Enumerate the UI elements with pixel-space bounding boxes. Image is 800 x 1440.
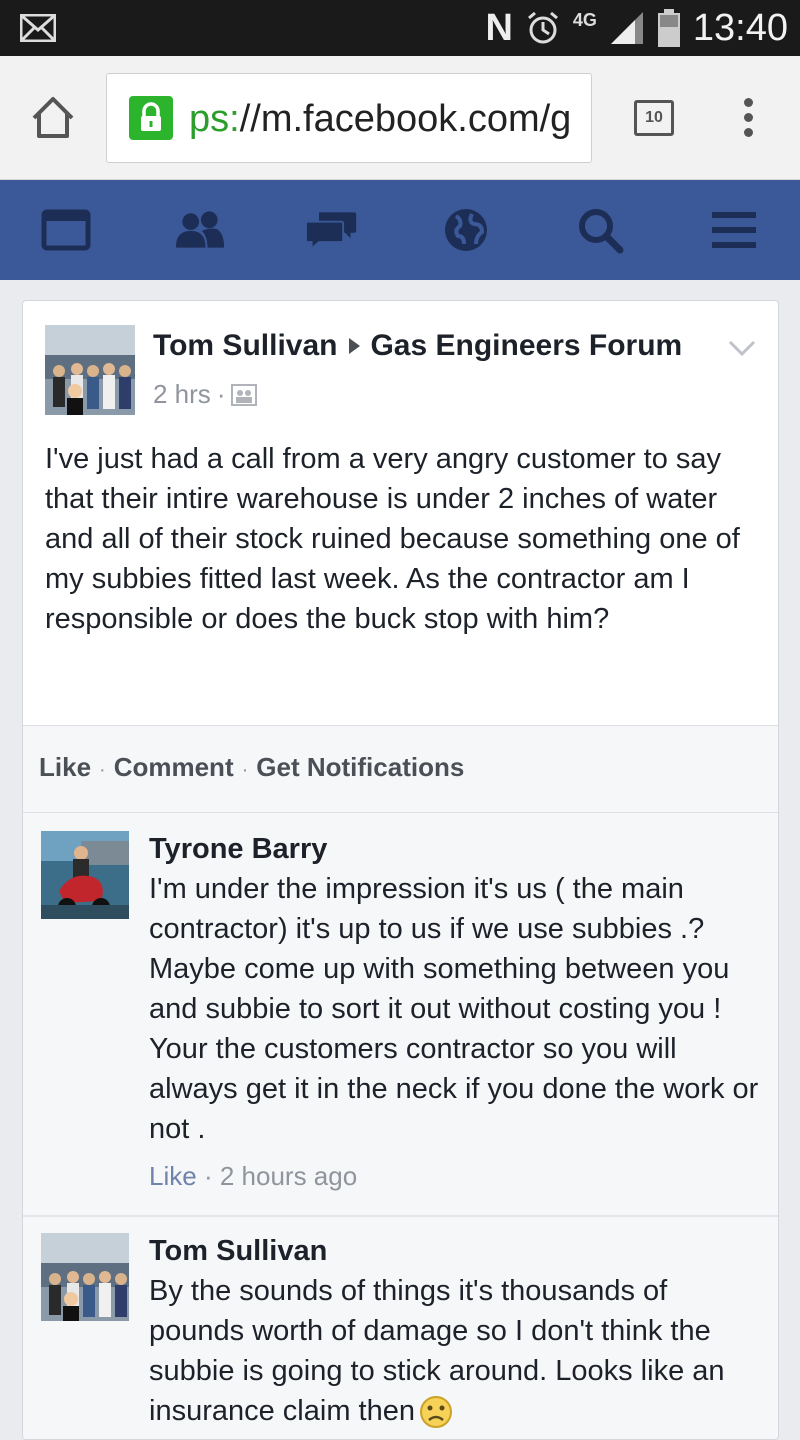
group-audience-icon: [231, 383, 258, 406]
comment-author-link[interactable]: Tyrone Barry: [149, 833, 327, 866]
mail-icon: [20, 14, 56, 42]
comment-like-button[interactable]: Like: [149, 1161, 197, 1191]
notifications-globe-icon[interactable]: [440, 208, 492, 252]
avatar[interactable]: [45, 325, 135, 415]
triangle-arrow-icon: [349, 337, 361, 354]
news-feed-icon[interactable]: [40, 208, 92, 252]
clock: 13:40: [692, 6, 788, 49]
avatar[interactable]: [41, 831, 129, 919]
home-icon[interactable]: [28, 94, 78, 140]
post-text: I've just had a call from a very angry c…: [45, 443, 740, 635]
messages-icon[interactable]: [306, 208, 358, 252]
comment-meta: Like · 2 hours ago: [149, 1161, 358, 1191]
chevron-down-icon[interactable]: [728, 339, 756, 357]
avatar[interactable]: [41, 1233, 129, 1321]
url-text[interactable]: ps://m.facebook.com/g: [189, 98, 571, 141]
browser-menu-icon[interactable]: [740, 98, 756, 138]
post-card: Tom Sullivan Gas Engineers Forum 2 hrs · …: [22, 300, 779, 1440]
signal-icon: [610, 12, 643, 44]
browser-toolbar: ps://m.facebook.com/g 10: [0, 56, 800, 180]
lock-icon: [129, 96, 173, 140]
comment-text: I'm under the impression it's us ( the m…: [149, 873, 759, 1145]
battery-icon: [657, 9, 680, 47]
comment-button[interactable]: Comment: [114, 752, 234, 782]
post-actions: Like · Comment · Get Notifications: [23, 725, 778, 813]
alarm-icon: [527, 11, 558, 44]
comment-timestamp: 2 hours ago: [219, 1161, 358, 1191]
facebook-nav-bar: [0, 180, 800, 280]
nfc-icon: N: [485, 6, 513, 49]
menu-icon[interactable]: [708, 208, 760, 252]
like-button[interactable]: Like: [39, 752, 91, 782]
status-bar: N 4G 13:40: [0, 0, 800, 56]
sad-face-emoji-icon: [419, 1396, 452, 1429]
comments-section: Tyrone Barry I'm under the impression it…: [23, 813, 778, 1439]
network-type: 4G: [572, 9, 597, 30]
tab-switcher-button[interactable]: 10: [634, 100, 674, 136]
post-header: Tom Sullivan Gas Engineers Forum: [153, 329, 682, 363]
group-link[interactable]: Gas Engineers Forum: [370, 329, 682, 362]
post-author-link[interactable]: Tom Sullivan: [153, 329, 337, 362]
comment-text-container: By the sounds of things it's thousands o…: [149, 1271, 763, 1431]
post-timestamp[interactable]: 2 hrs: [153, 379, 211, 410]
friends-icon[interactable]: [174, 208, 226, 252]
divider: [23, 1215, 778, 1217]
comment-author-link[interactable]: Tom Sullivan: [149, 1235, 327, 1268]
post-meta: 2 hrs ·: [153, 379, 258, 410]
get-notifications-button[interactable]: Get Notifications: [256, 752, 464, 782]
address-bar[interactable]: ps://m.facebook.com/g: [106, 73, 592, 163]
search-icon[interactable]: [574, 208, 626, 254]
